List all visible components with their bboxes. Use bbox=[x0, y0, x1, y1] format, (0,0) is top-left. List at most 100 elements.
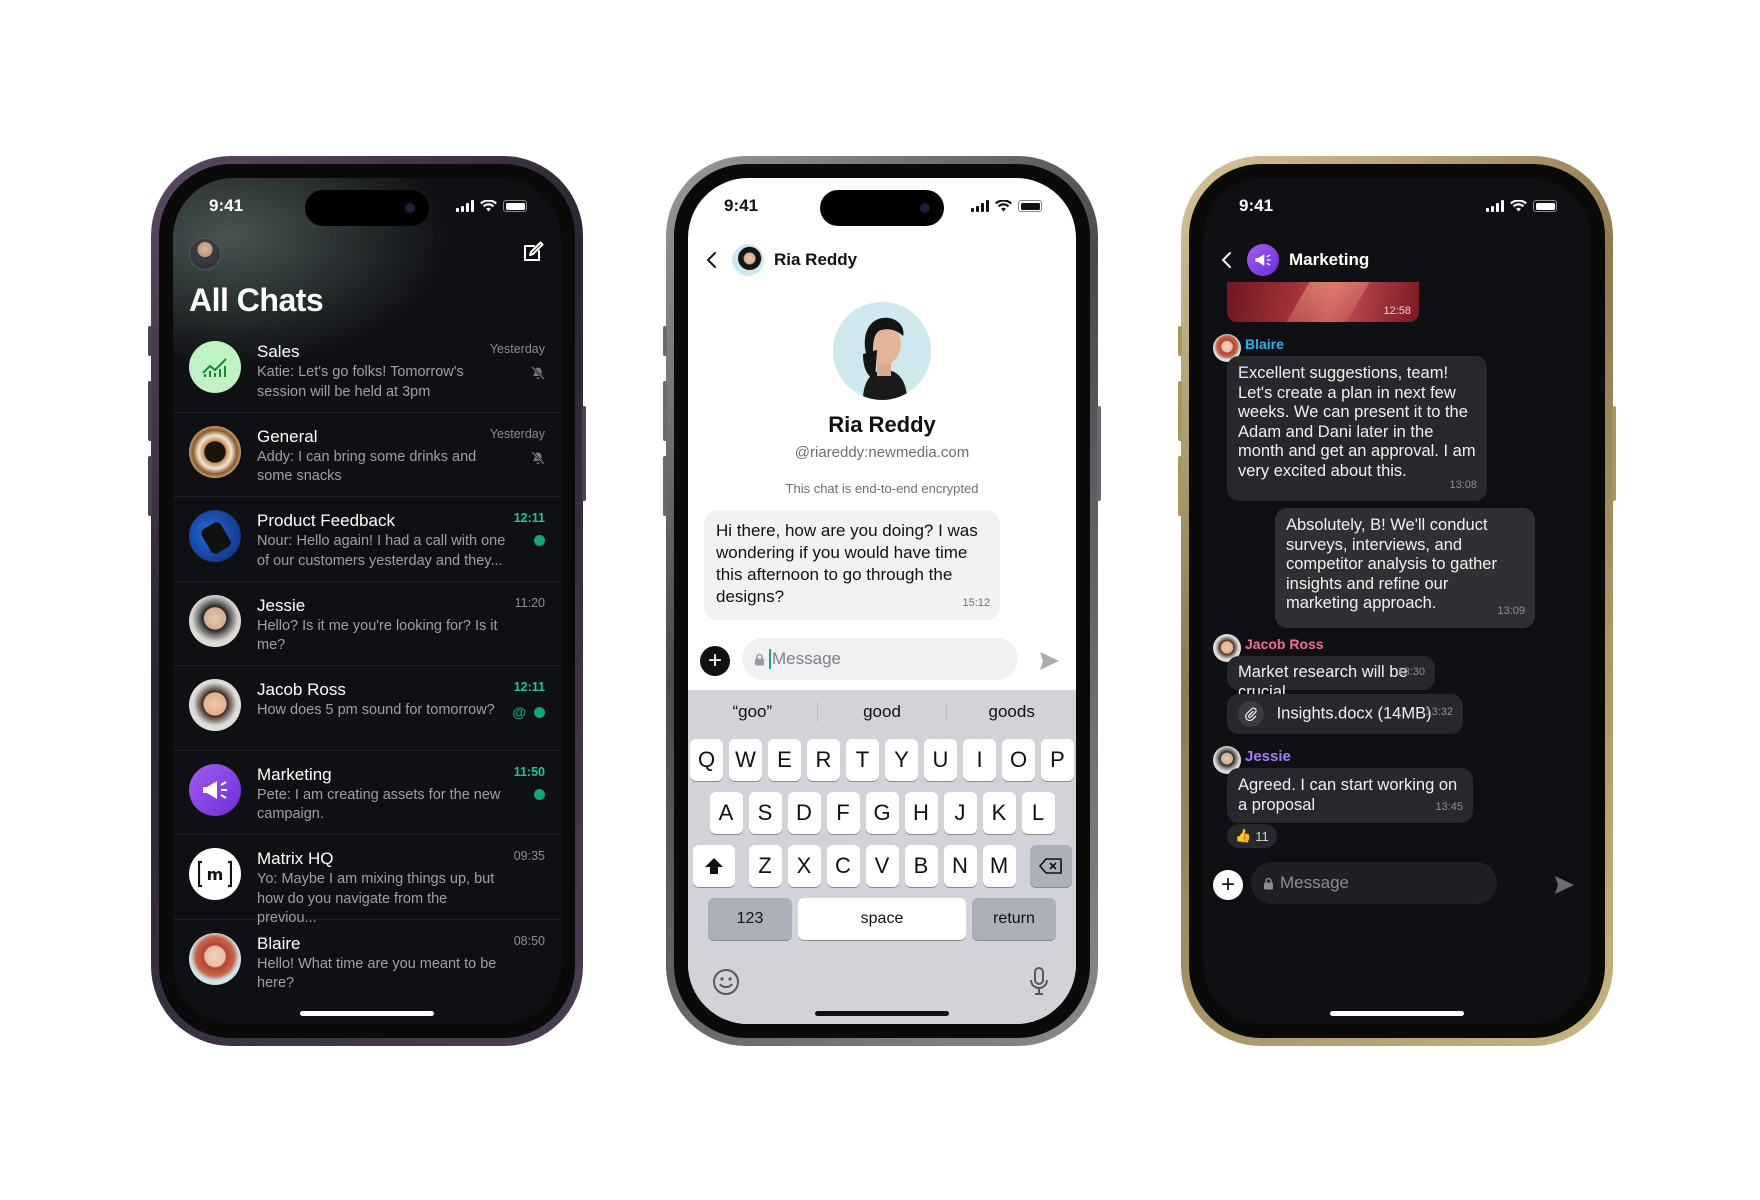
profile-avatar bbox=[833, 302, 931, 400]
key[interactable]: A bbox=[709, 792, 743, 834]
battery-icon bbox=[1533, 200, 1557, 212]
return-key[interactable]: return bbox=[972, 898, 1056, 940]
suggestion[interactable]: goods bbox=[947, 702, 1076, 722]
compose-icon[interactable] bbox=[521, 240, 545, 264]
room-avatar bbox=[189, 341, 241, 393]
send-icon[interactable] bbox=[1553, 874, 1575, 896]
space-key[interactable]: space bbox=[798, 898, 966, 940]
lock-icon bbox=[755, 653, 764, 665]
key[interactable]: T bbox=[846, 739, 879, 781]
user-avatar[interactable] bbox=[189, 238, 221, 270]
suggestion[interactable]: good bbox=[818, 702, 948, 722]
status-bar: 9:41 bbox=[173, 178, 561, 234]
room-avatar[interactable] bbox=[1247, 244, 1279, 276]
file-attachment[interactable]: Insights.docx (14MB) 13:32 bbox=[1227, 694, 1463, 734]
contact-name: Ria Reddy bbox=[774, 250, 858, 269]
key[interactable]: Q bbox=[690, 739, 723, 781]
key[interactable]: K bbox=[982, 792, 1016, 834]
message-composer: + Message bbox=[1203, 858, 1591, 908]
keyboard-suggestions: “goo” good goods bbox=[688, 690, 1076, 734]
sender-name[interactable]: Jessie bbox=[1245, 748, 1291, 765]
chat-row-matrix-hq[interactable]: m Matrix HQ Yo: Maybe I am mixing things… bbox=[173, 835, 561, 926]
key[interactable]: W bbox=[729, 739, 762, 781]
chat-preview: Pete: I am creating assets for the new c… bbox=[257, 786, 501, 823]
key[interactable]: R bbox=[807, 739, 840, 781]
home-indicator bbox=[1330, 1011, 1464, 1016]
key[interactable]: O bbox=[1002, 739, 1035, 781]
message-bubble[interactable]: Excellent suggestions, team! Let's creat… bbox=[1227, 356, 1487, 501]
message-input[interactable]: Message bbox=[742, 638, 1018, 680]
send-icon[interactable] bbox=[1038, 650, 1060, 672]
contact-avatar[interactable] bbox=[732, 244, 764, 276]
key[interactable]: N bbox=[943, 845, 977, 887]
key[interactable]: U bbox=[924, 739, 957, 781]
reaction-badge[interactable]: 👍 11 bbox=[1227, 824, 1277, 848]
chat-time: 09:35 bbox=[513, 849, 545, 863]
room-name: Marketing bbox=[1289, 250, 1370, 269]
attach-plus-button[interactable]: + bbox=[1213, 870, 1243, 900]
svg-text:m: m bbox=[207, 865, 224, 884]
chevron-left-icon[interactable] bbox=[702, 250, 722, 270]
attach-plus-button[interactable]: + bbox=[700, 646, 730, 676]
lock-icon bbox=[1264, 877, 1273, 889]
key[interactable]: S bbox=[748, 792, 782, 834]
key[interactable]: I bbox=[963, 739, 996, 781]
chat-name: Jessie bbox=[257, 595, 306, 615]
key[interactable]: M bbox=[982, 845, 1016, 887]
person-portrait-icon bbox=[833, 302, 931, 400]
chat-time: Yesterday bbox=[489, 342, 545, 356]
chat-row-jacob-ross[interactable]: Jacob Ross How does 5 pm sound for tomor… bbox=[173, 666, 561, 751]
message-bubble[interactable]: Agreed. I can start working on a proposa… bbox=[1227, 768, 1473, 823]
message-input[interactable]: Message bbox=[1251, 862, 1497, 904]
key[interactable]: Y bbox=[885, 739, 918, 781]
profile-handle: @riareddy:newmedia.com bbox=[794, 444, 970, 461]
status-bar: 9:41 bbox=[1203, 178, 1591, 234]
contact-avatar bbox=[189, 679, 241, 731]
key[interactable]: F bbox=[826, 792, 860, 834]
key[interactable]: B bbox=[904, 845, 938, 887]
contact-avatar bbox=[189, 594, 241, 647]
chat-row-blaire[interactable]: Blaire Hello! What time are you meant to… bbox=[173, 920, 561, 1005]
key[interactable]: E bbox=[768, 739, 801, 781]
key[interactable]: D bbox=[787, 792, 821, 834]
page-title: All Chats bbox=[189, 282, 324, 318]
cellular-signal-icon bbox=[456, 200, 474, 212]
message-bubble[interactable]: Market research will be crucial 13:30 bbox=[1227, 656, 1435, 701]
room-avatar bbox=[189, 425, 241, 478]
delete-key[interactable] bbox=[1029, 845, 1072, 887]
suggestion[interactable]: “goo” bbox=[688, 702, 818, 722]
key[interactable]: C bbox=[826, 845, 860, 887]
message-bubble[interactable]: Hi there, how are you doing? I was wonde… bbox=[704, 510, 1000, 620]
key[interactable]: X bbox=[787, 845, 821, 887]
key[interactable]: H bbox=[904, 792, 938, 834]
chart-icon bbox=[202, 358, 227, 377]
key[interactable]: V bbox=[865, 845, 899, 887]
message-text: Agreed. I can start working on a proposa… bbox=[1238, 776, 1458, 814]
sender-name[interactable]: Blaire bbox=[1245, 336, 1284, 352]
chat-row-general[interactable]: General Addy: I can bring some drinks an… bbox=[173, 413, 561, 497]
chevron-left-icon[interactable] bbox=[1217, 250, 1237, 270]
sender-name[interactable]: Jacob Ross bbox=[1245, 636, 1324, 652]
unread-dot bbox=[534, 535, 545, 546]
own-message-bubble[interactable]: Absolutely, B! We'll conduct surveys, in… bbox=[1275, 508, 1535, 628]
shift-key[interactable] bbox=[692, 845, 735, 887]
chat-row-product-feedback[interactable]: Product Feedback Nour: Hello again! I ha… bbox=[173, 497, 561, 582]
key[interactable]: L bbox=[1021, 792, 1055, 834]
numbers-key[interactable]: 123 bbox=[708, 898, 792, 940]
key[interactable]: Z bbox=[748, 845, 782, 887]
emoji-icon[interactable] bbox=[712, 968, 740, 996]
status-bar: 9:41 bbox=[688, 178, 1076, 234]
message-time: 13:08 bbox=[1449, 478, 1477, 491]
chat-preview: Katie: Let's go folks! Tomorrow's sessio… bbox=[257, 364, 464, 400]
microphone-icon[interactable] bbox=[1028, 966, 1050, 996]
wifi-icon bbox=[995, 200, 1012, 212]
room-avatar bbox=[189, 763, 241, 816]
chat-time: 12:11 bbox=[513, 680, 545, 694]
chat-row-jessie[interactable]: Jessie Hello? Is it me you're looking fo… bbox=[173, 582, 561, 666]
chat-row-marketing[interactable]: Marketing Pete: I am creating assets for… bbox=[173, 751, 561, 835]
key[interactable]: J bbox=[943, 792, 977, 834]
key[interactable]: P bbox=[1041, 739, 1074, 781]
contact-profile: Ria Reddy @riareddy:newmedia.com This ch… bbox=[688, 302, 1076, 496]
chat-row-sales[interactable]: Sales Katie: Let's go folks! Tomorrow's … bbox=[173, 328, 561, 413]
key[interactable]: G bbox=[865, 792, 899, 834]
